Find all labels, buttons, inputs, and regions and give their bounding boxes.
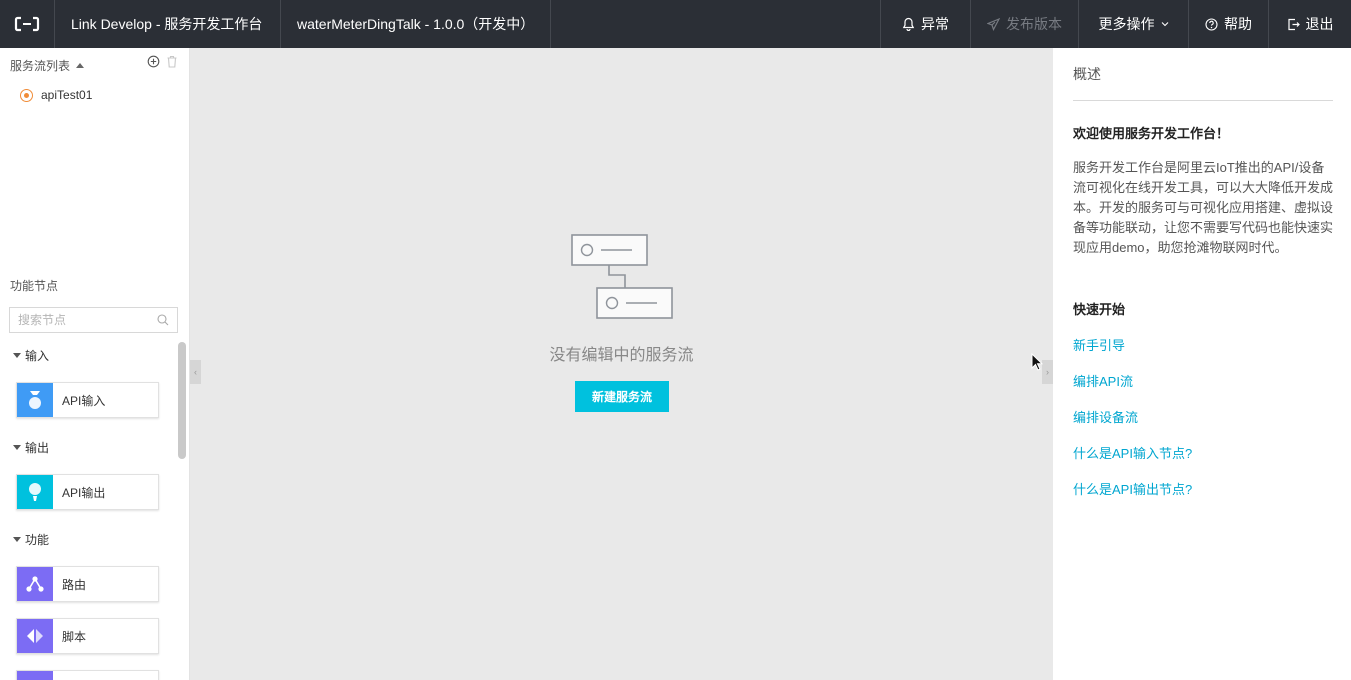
group-function[interactable]: 功能	[13, 531, 49, 548]
script-icon	[17, 619, 53, 653]
group-label: 输出	[25, 441, 50, 455]
left-sidebar: 服务流列表 apiTest01 功能节点 输入 API输入 输出 API输出	[0, 48, 190, 680]
link-what-is-api-input[interactable]: 什么是API输入节点?	[1073, 443, 1192, 462]
send-icon	[987, 17, 1000, 31]
link-api-flow[interactable]: 编排API流	[1073, 371, 1133, 390]
group-label: 功能	[25, 533, 50, 547]
caret-down-icon	[13, 445, 21, 450]
welcome-heading: 欢迎使用服务开发工作台！	[1073, 126, 1230, 141]
panel-description: 服务开发工作台是阿里云IoT推出的API/设备流可视化在线开发工具，可以大大降低…	[1073, 160, 1334, 255]
overview-panel: 概述 欢迎使用服务开发工作台！ 服务开发工作台是阿里云IoT推出的API/设备流…	[1053, 48, 1351, 680]
route-icon	[17, 567, 53, 601]
search-icon[interactable]	[157, 314, 169, 326]
node-label: 路由	[62, 577, 87, 592]
flow-list-item[interactable]: apiTest01	[20, 88, 92, 102]
group-label: 输入	[25, 349, 50, 363]
flow-name: apiTest01	[41, 88, 93, 102]
divider	[1073, 100, 1333, 101]
group-output[interactable]: 输出	[13, 439, 49, 456]
project-title[interactable]: waterMeterDingTalk - 1.0.0（开发中）	[281, 0, 551, 48]
api-input-icon	[17, 383, 53, 417]
publish-label: 发布版本	[1006, 16, 1062, 32]
flow-list-toggle[interactable]: 服务流列表	[10, 57, 85, 74]
help-icon	[1205, 17, 1218, 31]
mouse-cursor-icon	[1031, 353, 1043, 371]
logout-label: 退出	[1305, 16, 1334, 32]
node-partial[interactable]	[16, 670, 159, 680]
logout-icon	[1287, 18, 1300, 30]
logout-button[interactable]: 退出	[1268, 0, 1351, 48]
node-api-input[interactable]: API输入	[16, 382, 159, 418]
link-device-flow[interactable]: 编排设备流	[1073, 407, 1138, 426]
node-script[interactable]: 脚本	[16, 618, 159, 654]
flow-canvas[interactable]: ‹ › 没有编辑中的服务流 新建服务流	[190, 48, 1053, 680]
more-actions-dropdown[interactable]: 更多操作	[1078, 0, 1188, 48]
flow-status-icon	[20, 88, 33, 102]
flow-list-title: 服务流列表	[10, 59, 71, 73]
trash-icon[interactable]	[166, 55, 178, 68]
empty-state-text: 没有编辑中的服务流	[549, 347, 694, 364]
node-label: API输入	[62, 393, 106, 408]
link-beginner-guide[interactable]: 新手引导	[1073, 335, 1125, 354]
node-list-scrollbar[interactable]	[178, 342, 186, 459]
new-flow-button[interactable]: 新建服务流	[575, 381, 669, 412]
chevron-down-icon	[1161, 22, 1168, 27]
node-api-output[interactable]: API输出	[16, 474, 159, 510]
function-node-icon	[17, 671, 53, 680]
group-input[interactable]: 输入	[13, 347, 49, 364]
caret-down-icon	[13, 537, 21, 542]
caret-down-icon	[13, 353, 21, 358]
product-title[interactable]: Link Develop - 服务开发工作台	[55, 0, 281, 48]
bell-icon	[902, 17, 915, 31]
node-label: 脚本	[62, 629, 87, 644]
node-search-input[interactable]	[18, 313, 157, 327]
quick-start-heading: 快速开始	[1073, 302, 1126, 317]
help-label: 帮助	[1224, 16, 1252, 32]
publish-button[interactable]: 发布版本	[970, 0, 1078, 48]
more-actions-label: 更多操作	[1098, 16, 1155, 32]
help-button[interactable]: 帮助	[1188, 0, 1268, 48]
add-circle-icon[interactable]	[147, 55, 160, 68]
caret-up-icon	[76, 63, 85, 68]
top-bar: Link Develop - 服务开发工作台 waterMeterDingTal…	[0, 0, 1351, 48]
flow-actions	[147, 55, 178, 68]
link-what-is-api-output[interactable]: 什么是API输出节点?	[1073, 479, 1192, 498]
node-search	[9, 307, 178, 333]
function-nodes-title: 功能节点	[10, 279, 59, 293]
aliyun-logo-icon[interactable]	[0, 0, 55, 48]
node-label: API输出	[62, 485, 106, 500]
alerts-button[interactable]: 异常	[880, 0, 970, 48]
api-output-icon	[17, 475, 53, 509]
empty-flow-illustration-icon	[571, 234, 673, 319]
alerts-label: 异常	[921, 16, 949, 32]
panel-title: 概述	[1073, 66, 1101, 82]
node-route[interactable]: 路由	[16, 566, 159, 602]
